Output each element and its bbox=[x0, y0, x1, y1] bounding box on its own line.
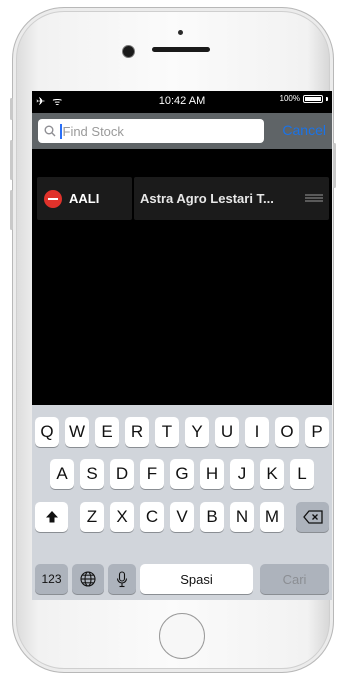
key-p[interactable]: P bbox=[305, 417, 329, 447]
stock-name: Astra Agro Lestari T... bbox=[140, 191, 274, 206]
key-s[interactable]: S bbox=[80, 459, 104, 489]
space-key[interactable]: Spasi bbox=[140, 564, 253, 594]
keyboard: Q W E R T Y U I O P A S D F G H J K L Z … bbox=[32, 405, 332, 600]
key-e[interactable]: E bbox=[95, 417, 119, 447]
volume-up-button bbox=[10, 140, 13, 180]
key-k[interactable]: K bbox=[260, 459, 284, 489]
reorder-handle-icon[interactable] bbox=[305, 194, 323, 202]
globe-key[interactable] bbox=[72, 564, 104, 594]
key-d[interactable]: D bbox=[110, 459, 134, 489]
backspace-key[interactable] bbox=[296, 502, 329, 532]
battery-percent: 100% bbox=[279, 94, 300, 103]
key-x[interactable]: X bbox=[110, 502, 134, 532]
key-f[interactable]: F bbox=[140, 459, 164, 489]
search-key[interactable]: Cari bbox=[260, 564, 329, 594]
numbers-key[interactable]: 123 bbox=[35, 564, 68, 594]
key-j[interactable]: J bbox=[230, 459, 254, 489]
backspace-icon bbox=[302, 510, 323, 524]
home-button[interactable] bbox=[159, 613, 205, 659]
front-camera-icon bbox=[122, 45, 135, 58]
key-h[interactable]: H bbox=[200, 459, 224, 489]
key-w[interactable]: W bbox=[65, 417, 89, 447]
microphone-key[interactable] bbox=[108, 564, 136, 594]
globe-icon bbox=[80, 571, 96, 587]
key-g[interactable]: G bbox=[170, 459, 194, 489]
search-input[interactable] bbox=[62, 123, 253, 139]
key-b[interactable]: B bbox=[200, 502, 224, 532]
delete-icon[interactable] bbox=[44, 189, 62, 208]
search-bar: Cancel bbox=[32, 113, 332, 149]
app-screen: ✈ ᯤ 10:42 AM 100% Cancel AALI Astra Agro… bbox=[32, 91, 332, 600]
battery-group: 100% bbox=[280, 94, 328, 103]
battery-fill bbox=[305, 96, 321, 101]
search-icon bbox=[44, 125, 56, 137]
cancel-button[interactable]: Cancel bbox=[282, 122, 326, 138]
key-u[interactable]: U bbox=[215, 417, 239, 447]
stock-code-cell: AALI bbox=[37, 177, 132, 220]
key-n[interactable]: N bbox=[230, 502, 254, 532]
key-a[interactable]: A bbox=[50, 459, 74, 489]
key-q[interactable]: Q bbox=[35, 417, 59, 447]
key-l[interactable]: L bbox=[290, 459, 314, 489]
key-c[interactable]: C bbox=[140, 502, 164, 532]
power-button bbox=[333, 143, 336, 188]
key-v[interactable]: V bbox=[170, 502, 194, 532]
mute-switch bbox=[10, 98, 13, 120]
key-r[interactable]: R bbox=[125, 417, 149, 447]
list-item[interactable]: AALI Astra Agro Lestari T... bbox=[37, 177, 329, 220]
key-z[interactable]: Z bbox=[80, 502, 104, 532]
microphone-icon bbox=[116, 570, 128, 587]
text-cursor bbox=[60, 123, 62, 139]
earpiece-speaker bbox=[152, 47, 210, 52]
key-i[interactable]: I bbox=[245, 417, 269, 447]
proximity-sensor bbox=[178, 30, 183, 35]
search-field[interactable] bbox=[38, 119, 264, 143]
key-y[interactable]: Y bbox=[185, 417, 209, 447]
key-m[interactable]: M bbox=[260, 502, 284, 532]
key-t[interactable]: T bbox=[155, 417, 179, 447]
volume-down-button bbox=[10, 190, 13, 230]
shift-key[interactable] bbox=[35, 502, 68, 532]
status-bar: ✈ ᯤ 10:42 AM 100% bbox=[32, 91, 332, 111]
stock-code: AALI bbox=[69, 191, 100, 206]
key-o[interactable]: O bbox=[275, 417, 299, 447]
battery-icon bbox=[303, 94, 323, 103]
battery-tip bbox=[326, 96, 328, 101]
shift-arrow-icon bbox=[45, 511, 58, 523]
stock-name-cell: Astra Agro Lestari T... bbox=[134, 177, 329, 220]
